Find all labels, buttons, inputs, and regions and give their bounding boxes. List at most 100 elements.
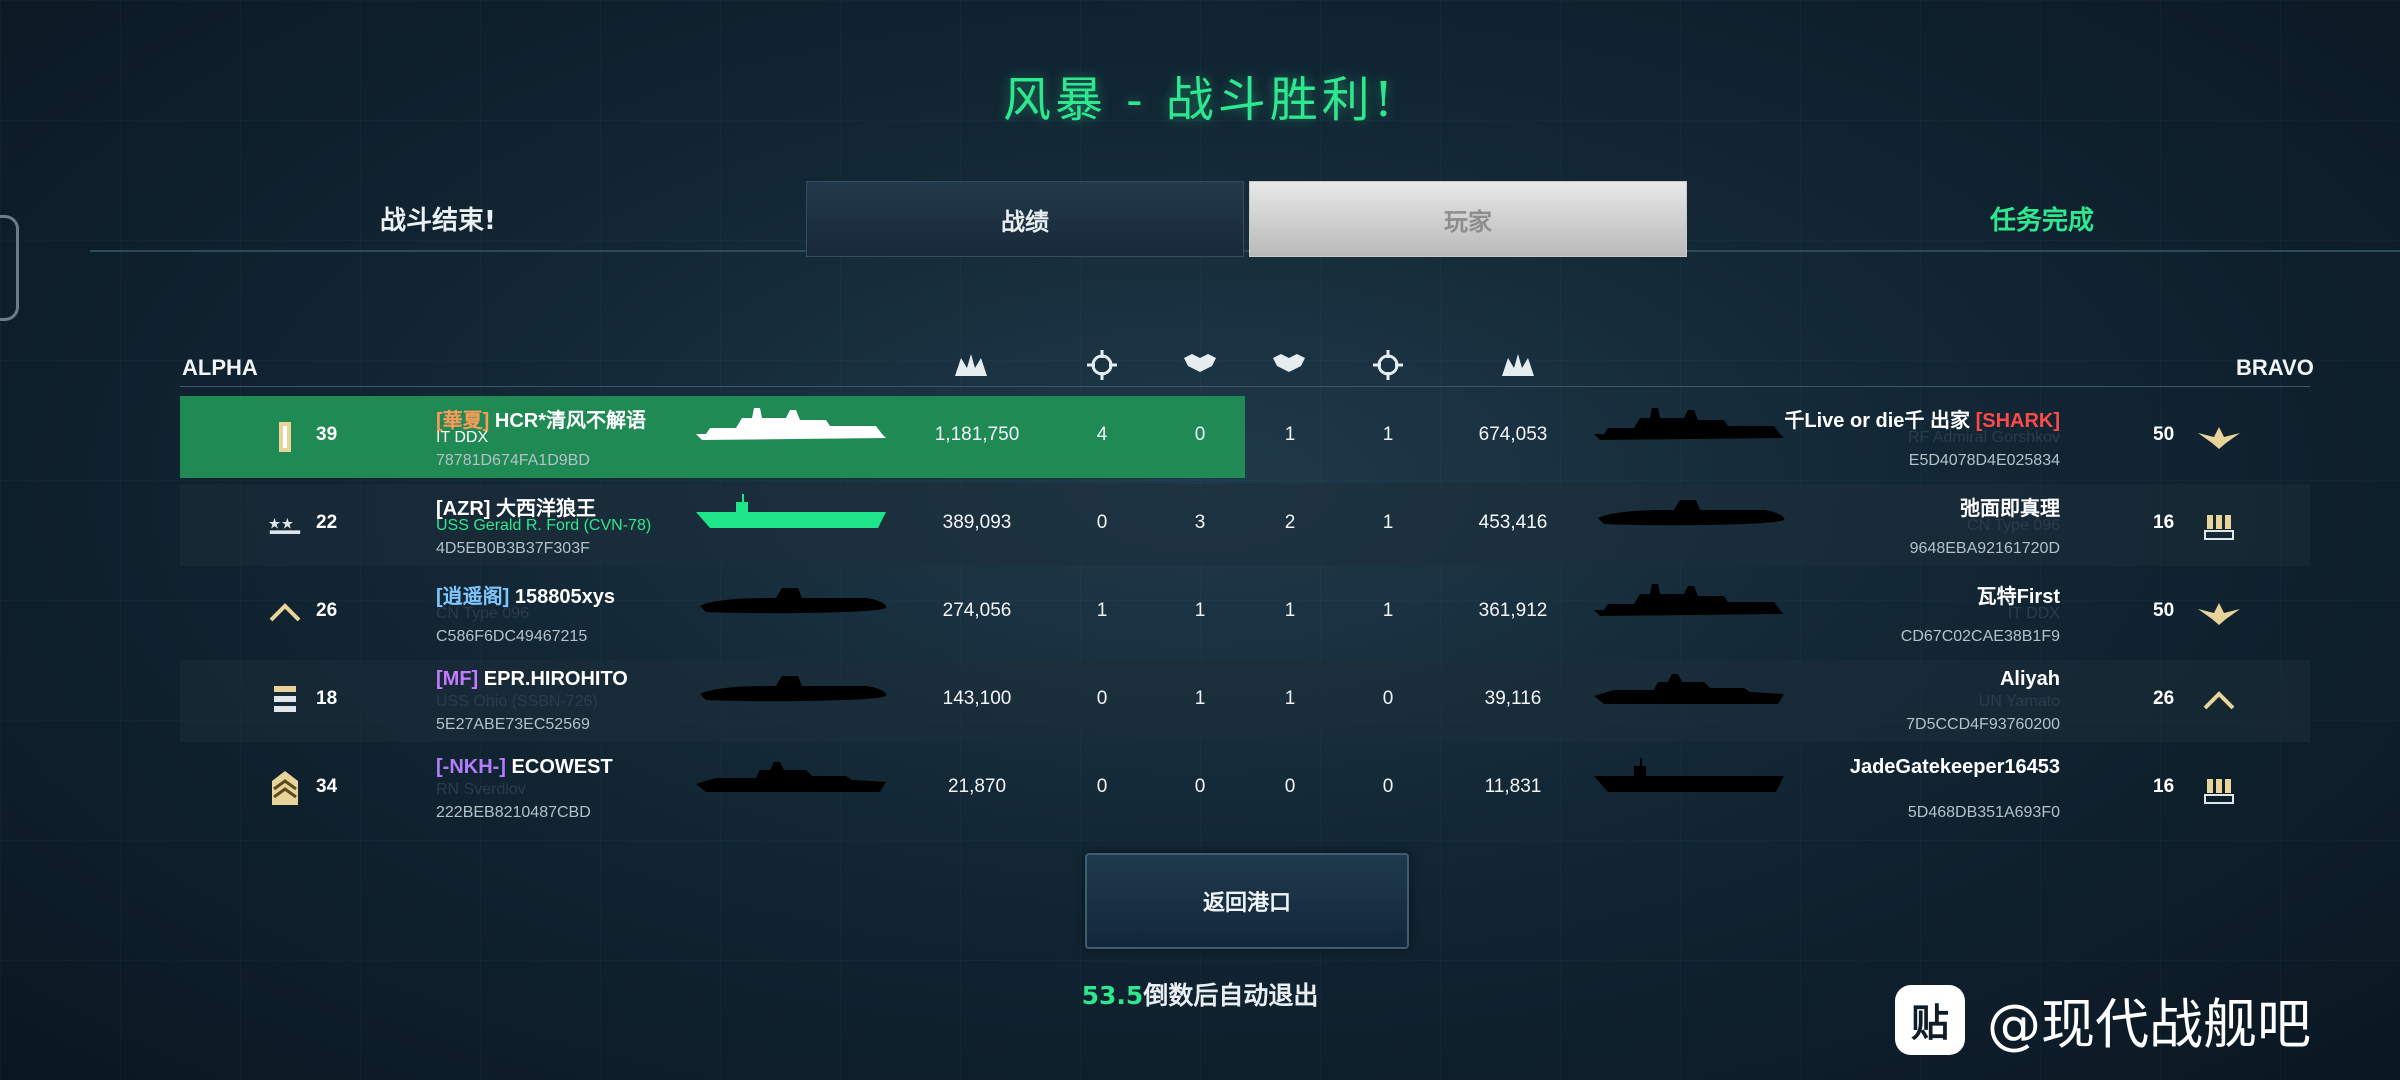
player-id: 5E27ABE73EC52569 — [436, 716, 590, 733]
player-level: 50 — [2153, 424, 2175, 445]
player-level: 39 — [316, 424, 338, 445]
kills-value: 0 — [1382, 776, 1394, 797]
player-level: 26 — [316, 600, 338, 621]
ship-silhouette — [1594, 758, 1784, 792]
lieutenant-icon — [268, 420, 302, 454]
player-id: 5D468DB351A693F0 — [1907, 804, 2060, 821]
table-header-divider — [180, 386, 2310, 387]
kills-value: 1 — [1382, 424, 1394, 445]
ship-silhouette — [1594, 584, 1784, 616]
team-bravo-label: BRAVO — [2236, 355, 2314, 380]
player-level: 26 — [2153, 688, 2175, 709]
handshake-icon — [1182, 350, 1218, 380]
clan-tag: [MF] — [436, 668, 479, 690]
ship-silhouette — [1594, 674, 1784, 704]
ship-name: USS Ohio (SSBN-726) — [436, 693, 598, 710]
player-id: 7D5CCD4F93760200 — [1906, 716, 2060, 733]
damage-value: 39,116 — [1484, 688, 1542, 709]
chevron-icon — [268, 596, 302, 630]
player-level: 34 — [316, 776, 338, 797]
player-nickname: HCR*清风不解语 — [494, 410, 647, 432]
player-nickname: Aliyah — [1999, 668, 2060, 690]
damage-value: 389,093 — [942, 512, 1012, 533]
tieba-logo-icon: 贴 — [1895, 984, 1965, 1055]
table-row: ★★ 22 [AZR] 大西洋狼王 USS Gerald R. Ford (CVN-7… — [180, 484, 2310, 566]
damage-icon — [953, 350, 989, 380]
ship-name: IT DDX — [2007, 605, 2060, 622]
kills-value: 1 — [1382, 600, 1394, 621]
ship-name: USS Gerald R. Ford (CVN-78) — [436, 517, 652, 534]
player-id: 222BEB8210487CBD — [436, 804, 591, 821]
damage-value: 361,912 — [1478, 600, 1548, 621]
table-row: 18 [MF] EPR.HIROHITO USS Ohio (SSBN-726) 5E… — [180, 660, 2310, 742]
bars-icon — [268, 684, 302, 718]
player-name[interactable]: Aliyah — [2000, 668, 2060, 691]
player-id: 78781D674FA1D9BD — [436, 452, 590, 469]
ship-silhouette — [1598, 500, 1785, 526]
watermark-text: @现代战舰吧 — [1987, 993, 2311, 1056]
player-name[interactable]: JadeGatekeeper16453 — [1850, 756, 2060, 779]
damage-value: 453,416 — [1478, 512, 1548, 533]
player-name[interactable]: [-NKH-] ECOWEST — [436, 756, 613, 779]
eagle-icon — [2195, 420, 2243, 454]
player-id: CD67C02CAE38B1F9 — [1900, 628, 2060, 645]
crosshair-icon — [1084, 350, 1120, 380]
player-id: C586F6DC49467215 — [436, 628, 588, 645]
player-nickname: EPR.HIROHITO — [483, 668, 628, 690]
tab-players[interactable]: 玩家 — [1249, 181, 1687, 257]
ship-name: CN Type 096 — [436, 605, 530, 622]
player-id: 9648EBA92161720D — [1909, 540, 2060, 557]
player-level: 16 — [2153, 512, 2175, 533]
damage-value: 674,053 — [1478, 424, 1548, 445]
team-alpha-label: ALPHA — [182, 355, 258, 380]
countdown-seconds: 53.5 — [1081, 981, 1144, 1010]
ship-name: RN Sverdlov — [436, 781, 526, 798]
header-divider — [90, 250, 2400, 252]
ship-silhouette — [1594, 408, 1784, 440]
player-id: 4D5EB0B3B37F303F — [436, 540, 590, 557]
damage-value: 143,100 — [942, 688, 1012, 709]
ship-name: RF Admiral Gorshkov — [1907, 429, 2060, 446]
mission-complete-label: 任务完成 — [1990, 206, 2095, 236]
handshake-icon — [1271, 350, 1307, 380]
damage-value: 1,181,750 — [934, 424, 1020, 445]
battle-result-title: 风暴 - 战斗胜利! — [1002, 72, 1398, 128]
damage-value: 21,870 — [947, 776, 1007, 797]
side-menu-handle[interactable] — [0, 215, 19, 321]
player-level: 18 — [316, 688, 338, 709]
sergeant-icon — [268, 771, 302, 806]
damage-value: 11,831 — [1484, 776, 1542, 797]
ship-silhouette — [696, 494, 886, 528]
player-nickname: JadeGatekeeper16453 — [1849, 756, 2060, 778]
ship-silhouette — [696, 762, 886, 792]
clan-tag: [-NKH-] — [436, 756, 506, 778]
table-row: 39 [華夏] HCR*清风不解语 IT DDX 78781D674FA1D9BD 1,… — [180, 396, 2310, 478]
player-nickname: ECOWEST — [511, 756, 613, 778]
player-level: 22 — [316, 512, 338, 533]
table-row: 26 [逍遥阁] 158805xys CN Type 096 C586F6DC4946… — [180, 572, 2310, 654]
damage-icon — [1500, 350, 1536, 380]
player-level: 50 — [2153, 600, 2175, 621]
ship-name: CN Type 096 — [1966, 517, 2060, 534]
damage-value: 274,056 — [942, 600, 1012, 621]
ship-name: UN Yamato — [1978, 693, 2060, 710]
player-nickname: 158805xys — [514, 586, 615, 608]
ship-silhouette — [700, 588, 887, 614]
table-row: 34 [-NKH-] ECOWEST RN Sverdlov 222BEB821048… — [180, 748, 2310, 830]
ship-silhouette — [696, 408, 886, 440]
return-to-port-button[interactable]: 返回港口 — [1085, 853, 1409, 949]
shells-icon — [2195, 772, 2243, 806]
player-id: E5D4078D4E025834 — [1908, 452, 2060, 469]
ship-name: IT DDX — [436, 429, 489, 446]
ship-silhouette — [700, 676, 887, 702]
stars-icon: ★★ — [268, 508, 302, 542]
tab-stats[interactable]: 战绩 — [806, 181, 1244, 257]
kills-value: 0 — [1382, 688, 1394, 709]
battle-over-label: 战斗结束! — [380, 206, 496, 236]
player-name[interactable]: [MF] EPR.HIROHITO — [436, 668, 628, 691]
kills-value: 1 — [1382, 512, 1394, 533]
crosshair-icon — [1370, 350, 1406, 380]
countdown-text: 倒数后自动退出 — [1143, 981, 1319, 1010]
watermark: 贴 @现代战舰吧 — [1895, 980, 2311, 1059]
eagle-icon — [2195, 596, 2243, 630]
